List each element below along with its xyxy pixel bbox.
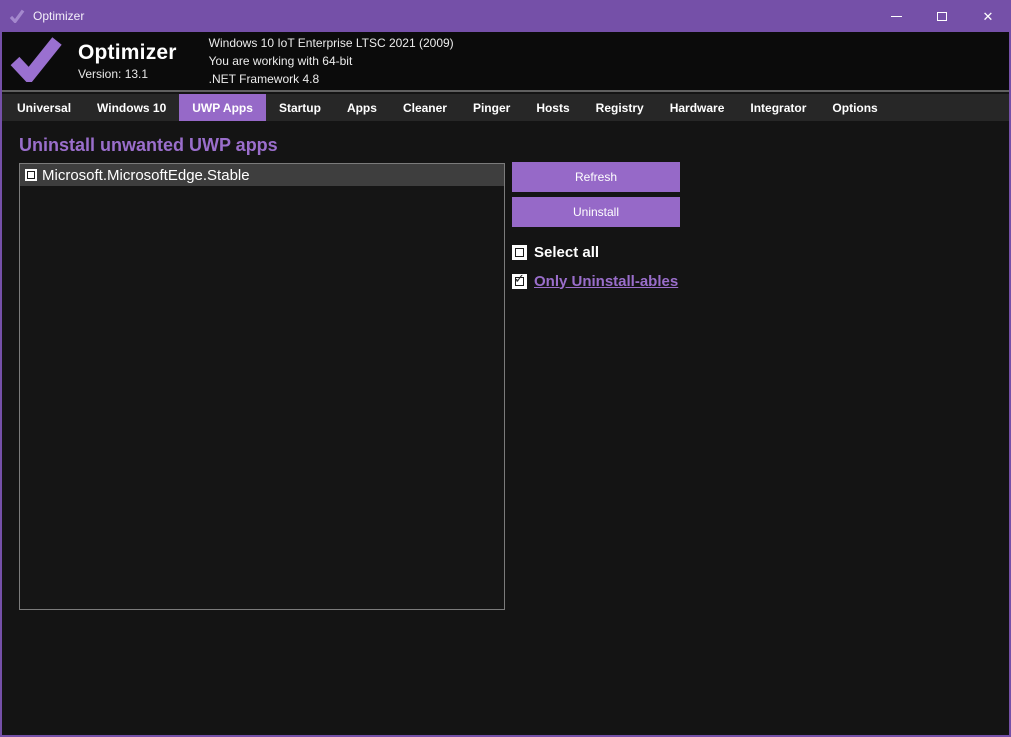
system-info-arch: You are working with 64-bit	[209, 52, 454, 70]
app-check-icon	[9, 9, 25, 23]
system-info: Windows 10 IoT Enterprise LTSC 2021 (200…	[209, 34, 454, 88]
tab-hosts[interactable]: Hosts	[523, 94, 582, 121]
tab-windows10[interactable]: Windows 10	[84, 94, 179, 121]
tab-startup[interactable]: Startup	[266, 94, 334, 121]
app-item-checkbox[interactable]	[27, 171, 35, 179]
only-uninstallables-label[interactable]: Only Uninstall-ables	[534, 273, 678, 290]
refresh-button[interactable]: Refresh	[512, 162, 680, 192]
tab-universal[interactable]: Universal	[4, 94, 84, 121]
close-button[interactable]: ✕	[965, 0, 1011, 32]
only-uninstallables-checkbox[interactable]: ✓	[515, 277, 524, 286]
caption-buttons: ✕	[873, 0, 1011, 32]
title-bar: Optimizer ✕	[0, 0, 1011, 32]
tab-uwp-apps[interactable]: UWP Apps	[179, 94, 266, 121]
select-all-checkbox[interactable]	[515, 248, 524, 257]
tab-cleaner[interactable]: Cleaner	[390, 94, 460, 121]
uwp-apps-panel: Uninstall unwanted UWP apps Microsoft.Mi…	[2, 121, 1009, 735]
app-item-label: Microsoft.MicrosoftEdge.Stable	[42, 167, 250, 184]
system-info-os: Windows 10 IoT Enterprise LTSC 2021 (200…	[209, 34, 454, 52]
app-name: Optimizer	[78, 41, 177, 65]
minimize-button[interactable]	[873, 0, 919, 32]
window-title: Optimizer	[33, 9, 84, 23]
maximize-icon	[937, 12, 947, 21]
app-window: Optimizer ✕ Optimizer Version: 13.1 Wind…	[0, 0, 1011, 737]
app-version: Version: 13.1	[78, 67, 177, 81]
tab-pinger[interactable]: Pinger	[460, 94, 523, 121]
app-header: Optimizer Version: 13.1 Windows 10 IoT E…	[2, 32, 1009, 92]
select-all-label: Select all	[534, 244, 599, 261]
tab-apps[interactable]: Apps	[334, 94, 390, 121]
header-titles: Optimizer Version: 13.1	[78, 41, 177, 81]
uwp-app-list[interactable]: Microsoft.MicrosoftEdge.Stable	[19, 163, 505, 610]
system-info-dotnet: .NET Framework 4.8	[209, 70, 454, 88]
select-all-row[interactable]: Select all	[515, 244, 680, 260]
page-title: Uninstall unwanted UWP apps	[19, 135, 278, 156]
tab-hardware[interactable]: Hardware	[657, 94, 738, 121]
tab-integrator[interactable]: Integrator	[737, 94, 819, 121]
tab-bar: Universal Windows 10 UWP Apps Startup Ap…	[2, 94, 1009, 121]
only-uninstallables-row[interactable]: ✓ Only Uninstall-ables	[515, 273, 680, 289]
app-logo-check-icon	[10, 36, 62, 87]
uninstall-button[interactable]: Uninstall	[512, 197, 680, 227]
action-panel: Refresh Uninstall Select all ✓ Only Unin…	[512, 162, 680, 289]
tab-registry[interactable]: Registry	[583, 94, 657, 121]
maximize-button[interactable]	[919, 0, 965, 32]
tab-options[interactable]: Options	[819, 94, 890, 121]
list-item[interactable]: Microsoft.MicrosoftEdge.Stable	[20, 164, 504, 186]
minimize-icon	[891, 16, 902, 17]
close-icon: ✕	[983, 10, 994, 23]
checkmark-icon: ✓	[514, 272, 525, 287]
